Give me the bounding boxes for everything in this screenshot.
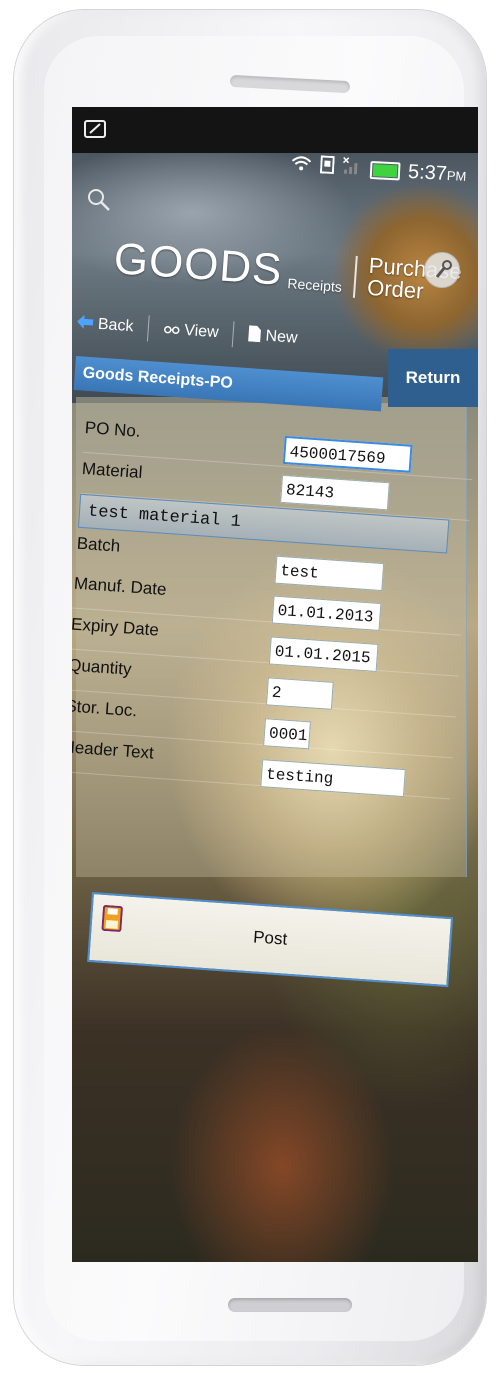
view-icon <box>162 319 181 341</box>
status-bar <box>72 107 478 153</box>
view-label: View <box>183 321 220 342</box>
manuf-date-label: Manuf. Date <box>73 573 168 600</box>
wifi-icon <box>289 154 312 179</box>
new-document-icon <box>247 324 263 348</box>
material-label: Material <box>81 458 144 483</box>
title-divider <box>353 255 358 298</box>
po-no-label: PO No. <box>84 417 142 441</box>
goods-receipt-form: PO No. 4500017569 Material 82143 test ma… <box>72 412 476 800</box>
back-label: Back <box>97 315 135 336</box>
quantity-label: Quantity <box>72 655 133 679</box>
app-screen: 5:37PM GOODS Receipts Purchase Order Bac… <box>72 107 478 1262</box>
page-title: Purchase Order <box>366 252 463 304</box>
view-button[interactable]: View <box>158 319 224 344</box>
toolbar-divider <box>231 321 235 348</box>
wrench-icon <box>425 260 459 291</box>
material-input[interactable]: 82143 <box>280 474 390 511</box>
back-arrow-icon <box>75 313 94 335</box>
battery-icon <box>369 160 401 181</box>
settings-button[interactable] <box>424 252 460 288</box>
new-button[interactable]: New <box>243 324 302 351</box>
toolbar-divider <box>146 315 150 342</box>
expiry-date-label: Expiry Date <box>72 614 160 640</box>
home-button[interactable] <box>228 1298 352 1312</box>
brand-sub-text: Receipts <box>286 275 343 295</box>
batch-label: Batch <box>76 533 121 556</box>
sim-card-icon <box>319 155 335 180</box>
stor-loc-label: Stor. Loc. <box>72 696 138 721</box>
brand-main-text: GOODS <box>112 234 285 295</box>
no-signal-icon <box>341 157 362 182</box>
clock: 5:37PM <box>407 160 467 185</box>
post-button[interactable]: Post <box>87 892 454 988</box>
search-icon[interactable] <box>86 187 112 213</box>
post-label: Post <box>252 927 288 949</box>
header-text-label: Header Text <box>72 737 155 763</box>
back-button[interactable]: Back <box>72 313 138 339</box>
notification-icon <box>84 119 106 139</box>
new-label: New <box>264 327 299 347</box>
return-button[interactable]: Return <box>388 349 478 407</box>
